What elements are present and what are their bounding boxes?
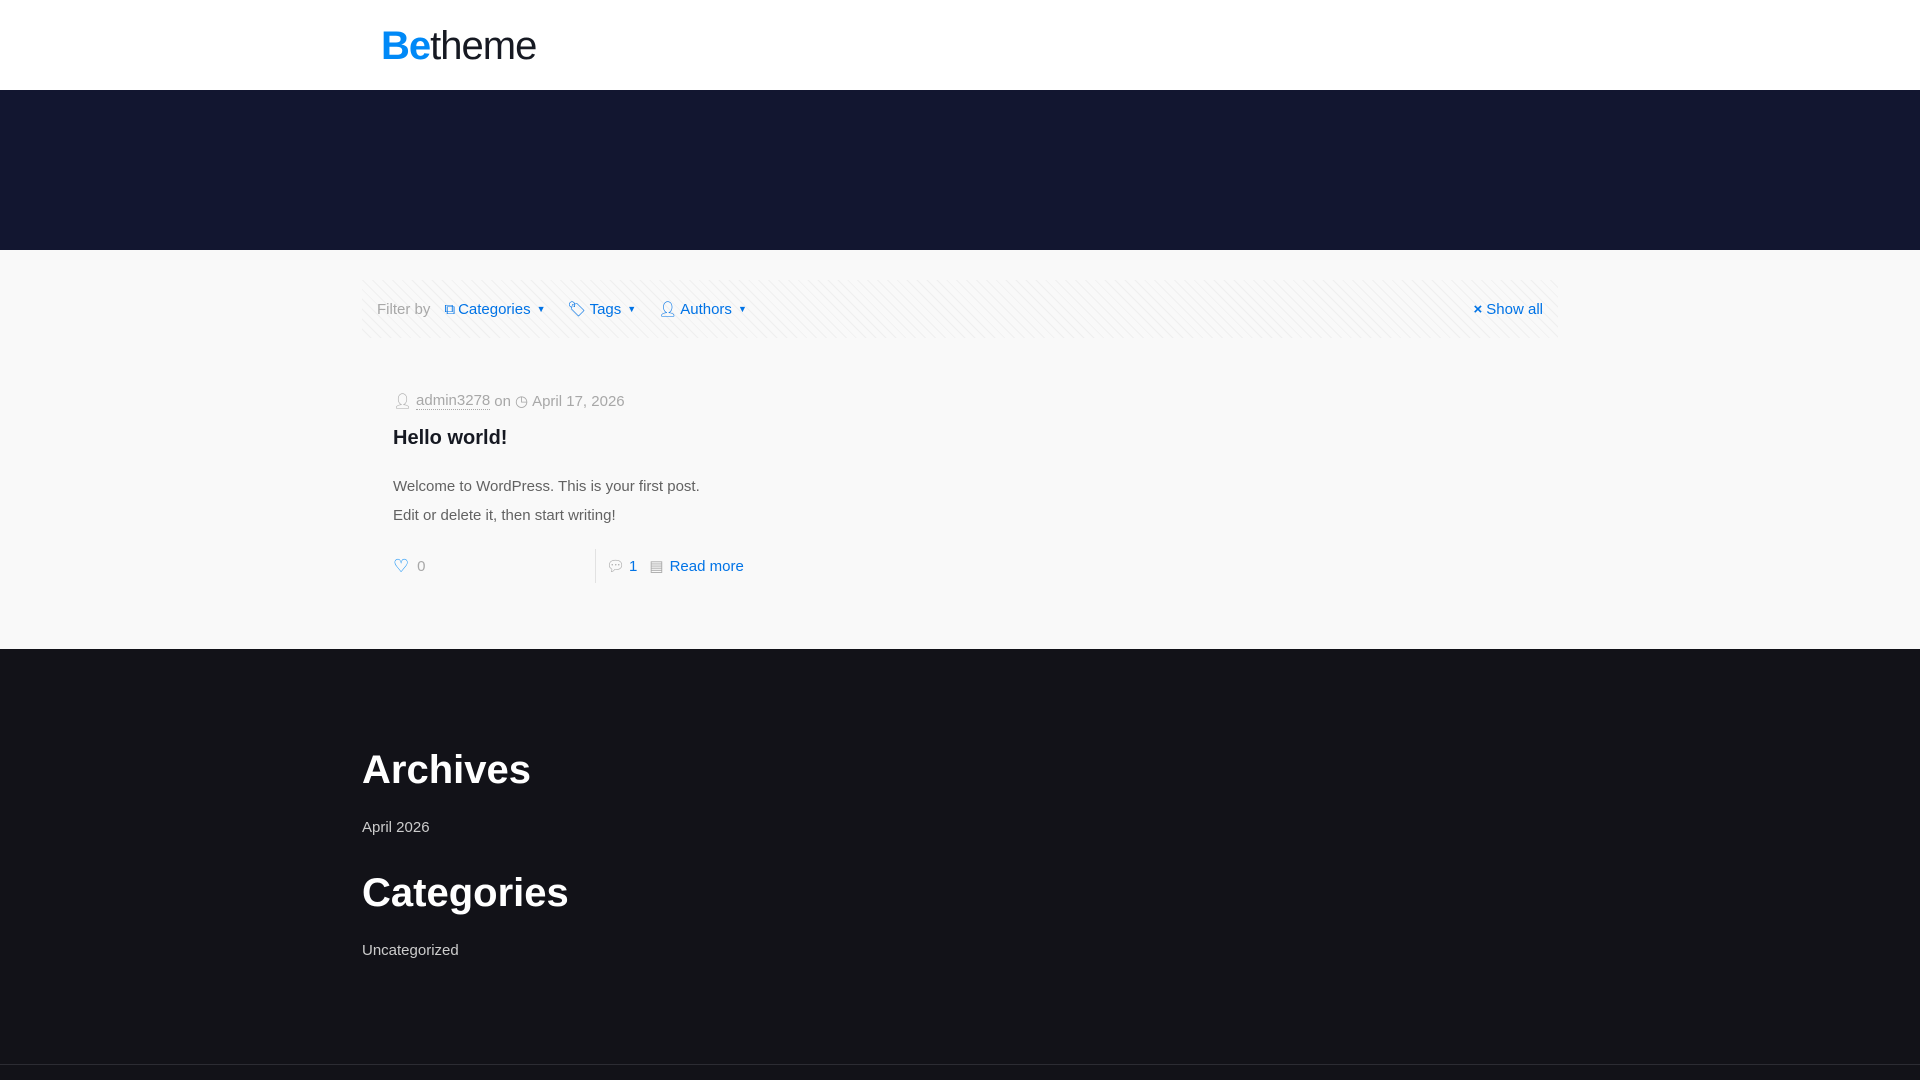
tag-icon: 🏷︎ [567,301,587,318]
like-button[interactable]: ♡ 0 [393,556,595,577]
caret-down-icon: ▼ [737,304,747,314]
category-link[interactable]: Uncategorized [362,942,459,959]
filter-tags[interactable]: 🏷︎ Tags ▼ [567,300,637,319]
comment-count: 1 [629,557,638,575]
user-icon: 👤︎ [658,301,678,318]
comments-link[interactable]: 💬︎ 1 [606,557,638,576]
show-all-label: Show all [1486,300,1543,318]
site-footer [0,649,1920,1080]
hero-banner [0,90,1920,250]
divider [595,549,596,583]
heart-icon: ♡ [393,555,410,576]
excerpt-line: Welcome to WordPress. This is your first… [393,478,700,495]
post-footer: ♡ 0 💬︎ 1 ▤ Read more [393,549,793,583]
archive-link[interactable]: April 2026 [362,819,430,836]
filter-authors[interactable]: 👤︎ Authors ▼ [658,300,747,319]
logo-be: Be [381,24,431,68]
filter-categories-label: Categories [458,300,531,318]
caret-down-icon: ▼ [627,304,637,314]
meta-on: on [494,392,511,410]
post-excerpt: Welcome to WordPress. This is your first… [393,472,700,530]
close-icon: × [1473,300,1483,318]
filter-authors-label: Authors [680,300,732,318]
post-author-link[interactable]: admin3278 [416,392,491,410]
filter-label: Filter by [377,300,431,318]
footer-divider [0,1064,1920,1065]
excerpt-line: Edit or delete it, then start writing! [393,507,616,524]
clock-icon: ◷ [514,393,529,410]
site-logo[interactable]: Betheme [381,24,537,69]
read-more-link[interactable]: ▤ Read more [649,557,744,576]
comment-icon: 💬︎ [606,558,626,575]
logo-theme: theme [430,24,537,68]
post-meta: 👤︎ admin3278 on ◷ April 17, 2026 [393,392,625,410]
show-all-link[interactable]: × Show all [1474,301,1543,318]
categories-icon: ⧉ [444,300,456,318]
site-header: Betheme [0,0,1920,90]
like-count: 0 [417,557,426,575]
post-title[interactable]: Hello world! [393,427,507,450]
categories-heading: Categories [362,871,569,915]
user-icon: 👤︎ [393,393,413,410]
post-date: April 17, 2026 [532,392,625,410]
document-icon: ▤ [649,558,664,575]
filter-tags-label: Tags [589,300,622,318]
archives-heading: Archives [362,748,531,792]
caret-down-icon: ▼ [536,304,546,314]
read-more-label: Read more [669,557,744,575]
filter-categories[interactable]: ⧉ Categories ▼ [444,301,545,318]
filter-bar: Filter by ⧉ Categories ▼ 🏷︎ Tags ▼ 👤︎ Authors… [362,280,1558,338]
